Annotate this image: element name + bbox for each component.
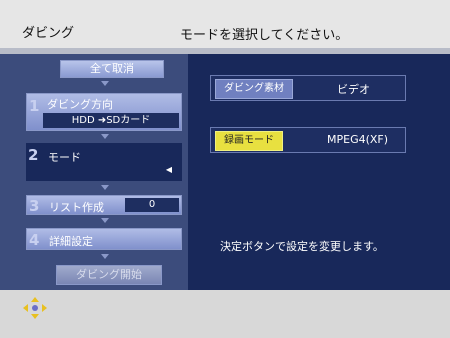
footer-bar bbox=[0, 290, 450, 338]
menu-item-list[interactable]: 3 リスト作成 0 bbox=[26, 195, 182, 215]
item-label: モード bbox=[48, 151, 81, 164]
down-arrow-icon bbox=[101, 218, 109, 223]
item-label: 詳細設定 bbox=[49, 235, 93, 248]
header-bar: ダビング モードを選択してください。 bbox=[0, 0, 450, 48]
down-arrow-icon bbox=[101, 134, 109, 139]
help-message: 決定ボタンで設定を変更します。 bbox=[220, 240, 384, 253]
dpad-icon bbox=[23, 297, 47, 319]
record-mode-value: MPEG4(XF) bbox=[327, 133, 389, 146]
screen-title: ダビング bbox=[22, 26, 75, 41]
item-value: HDD ➜SDカード bbox=[43, 113, 179, 128]
item-number: 3 bbox=[29, 197, 40, 215]
record-mode-tag: 録画モード bbox=[215, 131, 283, 151]
item-number: 1 bbox=[29, 97, 40, 115]
item-label: リスト作成 bbox=[49, 201, 104, 214]
source-tag: ダビング素材 bbox=[215, 79, 293, 99]
down-arrow-icon bbox=[101, 254, 109, 259]
item-number: 2 bbox=[28, 146, 39, 164]
down-arrow-icon bbox=[101, 81, 109, 86]
screen-prompt: モードを選択してください。 bbox=[180, 28, 349, 43]
menu-item-detail-settings[interactable]: 4 詳細設定 bbox=[26, 228, 182, 250]
down-arrow-icon bbox=[101, 185, 109, 190]
source-value: ビデオ bbox=[337, 83, 370, 96]
item-value: 0 bbox=[125, 198, 179, 212]
caret-left-icon: ◀ bbox=[165, 165, 172, 174]
item-label: ダビング方向 bbox=[47, 98, 113, 111]
item-number: 4 bbox=[29, 231, 40, 249]
source-setting-row: ダビング素材 ビデオ bbox=[210, 75, 406, 101]
cancel-all-button[interactable]: 全て取消 bbox=[60, 60, 164, 78]
menu-item-mode[interactable]: 2 モード ◀ bbox=[26, 143, 182, 181]
menu-item-dubbing-direction[interactable]: 1 ダビング方向 HDD ➜SDカード bbox=[26, 93, 182, 131]
record-mode-row[interactable]: 録画モード MPEG4(XF) bbox=[210, 127, 406, 153]
start-dubbing-button[interactable]: ダビング開始 bbox=[56, 265, 162, 285]
